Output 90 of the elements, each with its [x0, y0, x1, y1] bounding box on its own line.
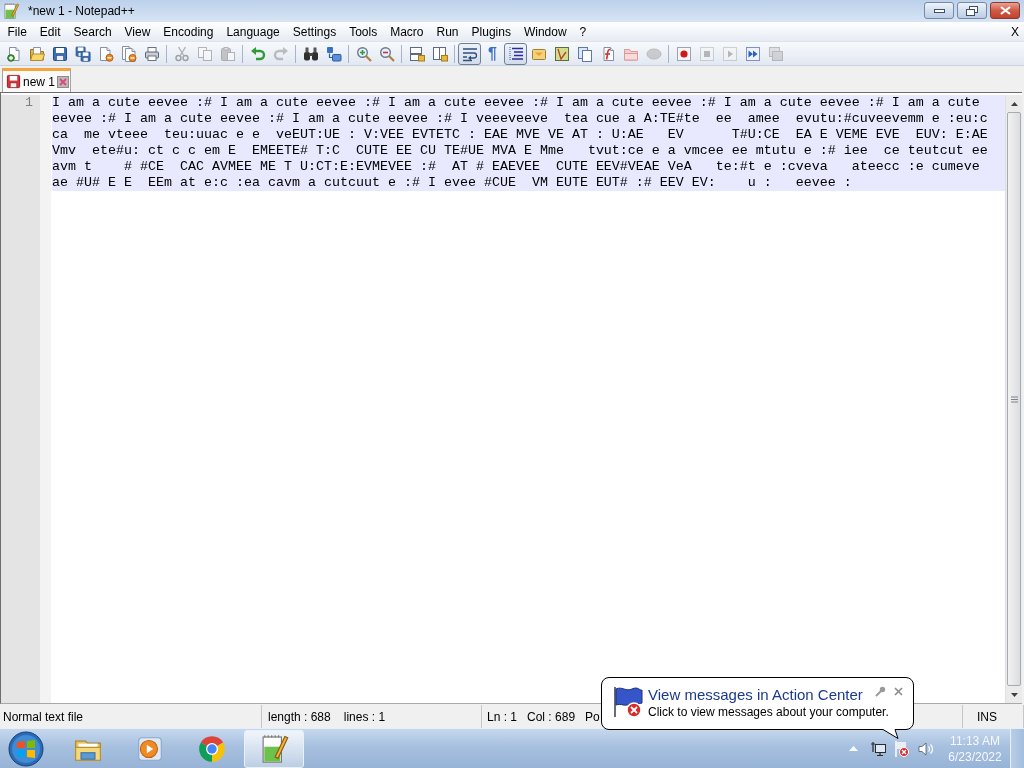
- close-icon: [999, 6, 1011, 15]
- toolbar-button[interactable]: [504, 42, 527, 65]
- menu-item[interactable]: Settings: [286, 22, 343, 41]
- menu-item[interactable]: ?: [573, 22, 593, 41]
- round-logo-icon: [197, 733, 227, 764]
- toolbar-button[interactable]: ¶: [481, 42, 504, 65]
- stacked-squares-icon: [767, 45, 784, 62]
- record-icon: [675, 45, 692, 62]
- undo-icon: [249, 45, 266, 62]
- binoculars-icon: [302, 45, 319, 62]
- menu-item[interactable]: Encoding: [156, 22, 220, 41]
- notification-message: Click to view messages about your computer.: [648, 704, 889, 720]
- line-number: 1: [24, 95, 34, 111]
- grip-icon: [1010, 395, 1018, 403]
- scroll-thumb[interactable]: [1007, 112, 1021, 686]
- oval-icon: [645, 45, 662, 62]
- flag-error-icon: [894, 740, 910, 757]
- minimize-button[interactable]: [924, 2, 954, 19]
- menu-item[interactable]: File: [1, 22, 34, 41]
- minimize-icon: [933, 8, 945, 13]
- fast-forward-icon: [744, 45, 761, 62]
- editor-text-line: eevee :# I am a cute eevee :# I am a cute eevee :# I veeeveeve tea cue a A:TE#te ee amee evutu:#cuveevemm e :eu:c: [52, 111, 989, 127]
- menu-item[interactable]: Macro: [383, 22, 430, 41]
- scissors-icon: [173, 45, 190, 62]
- length-label: length : 688: [268, 709, 331, 724]
- close-icon: [894, 687, 903, 696]
- position-label: Po: [585, 709, 600, 724]
- indent-guide-icon: [507, 45, 524, 62]
- volume-icon: [918, 740, 934, 757]
- wrench-icon: [875, 686, 886, 697]
- zoom-out-icon: [378, 45, 395, 62]
- close-button[interactable]: [990, 2, 1020, 19]
- document-type-label: Normal text file: [3, 709, 84, 724]
- copy-icon: [196, 45, 213, 62]
- stop-icon: [698, 45, 715, 62]
- balloon-close-button[interactable]: [894, 687, 903, 696]
- editor-text-line: ae #U# E E EEm at e:c :ea cavm a cutcuut e :# I evee #CUE VM EUTE EUT# :# EEV EV: u : eevee :: [52, 175, 853, 191]
- caret-down-icon: [1010, 692, 1018, 697]
- line-number-label: Ln : 1: [487, 709, 518, 724]
- network-icon: [870, 740, 886, 757]
- play-icon: [721, 45, 738, 62]
- close-document-button[interactable]: X: [1006, 22, 1024, 41]
- menu-item[interactable]: Tools: [342, 22, 384, 41]
- menu-item[interactable]: Run: [430, 22, 466, 41]
- menu-item[interactable]: View: [118, 22, 157, 41]
- close-icon: [57, 75, 70, 88]
- linked-squares-icon: [325, 45, 342, 62]
- menu-item[interactable]: Edit: [33, 22, 68, 41]
- new-file-icon: [5, 45, 22, 62]
- column-label: Col : 689: [527, 709, 576, 724]
- editor-text-line: Vmv ete#u: ct c c em E EMEETE# T:C CUTE EE CU TE#UE MVA E Mme tvut:ce e a vmcee ee mtutu e :# iee ce teutcut ee: [52, 143, 989, 159]
- word-wrap-icon: [461, 45, 478, 62]
- caret-up-icon: [1010, 101, 1018, 106]
- document-tab[interactable]: new 1: [2, 68, 71, 92]
- action-center-button[interactable]: [894, 740, 910, 757]
- editor-text-line: ca me vteee teu:uuac e e veEUT:UE : V:VEE EVTETC : EAE MVE VE AT : U:AE EV T#U:CE EA E VEME EVE EUV: E:AE: [52, 127, 989, 143]
- editor-text-line: avm t # #CE CAC AVMEE ME T U:CT:E:EVMEVEE :# AT # EAEVEE CUTE EEV#VEAE VeA te:#t e :cveva ateecc :e cumeve: [52, 159, 981, 175]
- tab-close-button[interactable]: [57, 75, 70, 88]
- side-by-side-panes-icon: [431, 45, 448, 62]
- insert-mode-label: INS: [977, 709, 997, 724]
- caret-up-icon: [849, 746, 858, 751]
- documents-icon: [576, 45, 593, 62]
- lines-label: lines : 1: [343, 709, 386, 724]
- taskbar-button[interactable]: [244, 729, 304, 768]
- vertical-scrollbar[interactable]: [1005, 95, 1022, 703]
- volume-button[interactable]: [918, 740, 934, 757]
- notepad-pencil-icon: [2, 2, 20, 20]
- printer-icon: [143, 45, 160, 62]
- menu-item[interactable]: Window: [517, 22, 574, 41]
- restore-icon: [966, 5, 978, 16]
- stacked-panes-icon: [408, 45, 425, 62]
- file-minus-icon: [97, 45, 114, 62]
- folder-icon: [28, 45, 45, 62]
- menu-item[interactable]: Language: [219, 22, 287, 41]
- orb-flag-icon: [8, 730, 44, 767]
- files-minus-icon: [120, 45, 137, 62]
- redo-icon: [272, 45, 289, 62]
- editor-text-line: I am a cute eevee :# I am a cute eevee :# I am a cute eevee :# I am a cute eevee :# I am a cute eevee :# I am a cute: [52, 95, 981, 111]
- zoom-in-icon: [355, 45, 372, 62]
- toolbar-button[interactable]: [458, 42, 481, 65]
- menu-item[interactable]: Search: [67, 22, 119, 41]
- network-button[interactable]: [870, 740, 886, 757]
- clipboard-icon: [219, 45, 236, 62]
- notification-title: View messages in Action Center: [648, 685, 863, 704]
- window-title: *new 1 - Notepad++: [28, 4, 135, 18]
- map-icon: [553, 45, 570, 62]
- restore-button[interactable]: [957, 2, 987, 19]
- menu-item[interactable]: Plugins: [465, 22, 518, 41]
- notification-toast[interactable]: [601, 677, 914, 739]
- floppy-disks-icon: [74, 45, 91, 62]
